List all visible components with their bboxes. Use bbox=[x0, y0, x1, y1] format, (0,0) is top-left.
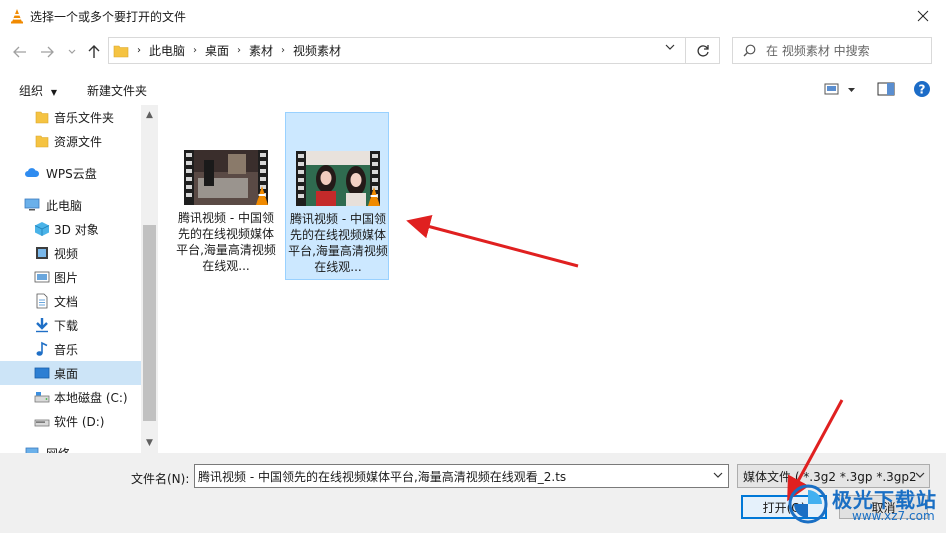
svg-text:?: ? bbox=[919, 83, 926, 97]
chevron-down-icon[interactable] bbox=[665, 44, 675, 51]
back-button[interactable] bbox=[10, 42, 30, 62]
close-button[interactable] bbox=[900, 0, 946, 32]
navigation-pane: 音乐文件夹 资源文件 WPS云盘 此电脑 3D 对象 视频 图片 文档 下载 音… bbox=[0, 105, 141, 453]
watermark-logo-icon bbox=[788, 484, 828, 524]
download-icon bbox=[36, 318, 48, 333]
breadcrumb-separator: › bbox=[137, 45, 141, 56]
sidebar-item-desktop[interactable]: 桌面 bbox=[0, 361, 141, 385]
watermark-url: www.xz7.com bbox=[852, 509, 935, 523]
sidebar-item-pictures[interactable]: 图片 bbox=[0, 265, 141, 289]
file-name: 腾讯视频 - 中国领先的在线视频媒体平台,海量高清视频在线观... bbox=[288, 212, 388, 274]
sidebar-item-music-folder[interactable]: 音乐文件夹 bbox=[0, 105, 141, 129]
file-item-selected[interactable]: 腾讯视频 - 中国领先的在线视频媒体平台,海量高清视频在线观... bbox=[285, 112, 389, 280]
recent-locations-button[interactable] bbox=[62, 42, 82, 62]
pictures-icon bbox=[34, 271, 50, 283]
breadcrumb-video-materials[interactable]: 视频素材 bbox=[293, 42, 341, 59]
view-options-button[interactable] bbox=[824, 80, 858, 101]
sidebar-item-drive-c[interactable]: 本地磁盘 (C:) bbox=[0, 385, 141, 409]
network-icon bbox=[25, 447, 39, 453]
scroll-up-icon[interactable]: ▲ bbox=[145, 111, 154, 120]
folder-icon bbox=[113, 45, 129, 57]
sidebar-scrollbar[interactable]: ▲ ▼ bbox=[141, 105, 158, 453]
sidebar-item-wps-cloud[interactable]: WPS云盘 bbox=[0, 161, 141, 185]
organize-button[interactable]: 组织 ▼ bbox=[19, 82, 57, 99]
cloud-icon bbox=[25, 168, 40, 177]
chevron-down-icon bbox=[68, 49, 76, 54]
sidebar-item-this-pc[interactable]: 此电脑 bbox=[0, 193, 141, 217]
watermark: 极光下载站 www.xz7.com bbox=[780, 478, 940, 533]
arrow-left-icon bbox=[13, 46, 26, 58]
caret-down-icon: ▼ bbox=[50, 88, 57, 97]
search-box[interactable]: 在 视频素材 中搜索 bbox=[732, 37, 932, 64]
arrow-right-icon bbox=[41, 46, 54, 58]
sidebar-item-resource-files[interactable]: 资源文件 bbox=[0, 129, 141, 153]
sidebar-item-videos[interactable]: 视频 bbox=[0, 241, 141, 265]
filename-input[interactable]: 腾讯视频 - 中国领先的在线视频媒体平台,海量高清视频在线观看_2.ts bbox=[194, 464, 729, 488]
file-name: 腾讯视频 - 中国领先的在线视频媒体平台,海量高清视频在线观... bbox=[176, 211, 276, 273]
arrow-up-icon bbox=[88, 45, 100, 58]
breadcrumb-this-pc[interactable]: 此电脑 › bbox=[149, 42, 197, 59]
video-icon bbox=[36, 247, 48, 259]
refresh-icon bbox=[696, 44, 709, 57]
music-icon bbox=[36, 341, 48, 356]
title-bar: 选择一个或多个要打开的文件 bbox=[0, 0, 946, 32]
view-icon bbox=[824, 83, 855, 95]
sidebar-item-music[interactable]: 音乐 bbox=[0, 337, 141, 361]
documents-icon bbox=[36, 293, 48, 309]
sidebar-item-downloads[interactable]: 下载 bbox=[0, 313, 141, 337]
drive-c-icon bbox=[34, 392, 50, 403]
sidebar-item-documents[interactable]: 文档 bbox=[0, 289, 141, 313]
file-list: 腾讯视频 - 中国领先的在线视频媒体平台,海量高清视频在线观... 腾讯视频 -… bbox=[158, 105, 946, 453]
drive-d-icon bbox=[34, 419, 50, 427]
file-item[interactable]: 腾讯视频 - 中国领先的在线视频媒体平台,海量高清视频在线观... bbox=[174, 112, 278, 280]
window-title: 选择一个或多个要打开的文件 bbox=[30, 10, 187, 24]
close-icon bbox=[917, 10, 929, 22]
sidebar-item-3d-objects[interactable]: 3D 对象 bbox=[0, 217, 141, 241]
search-input[interactable]: 在 视频素材 中搜索 bbox=[766, 42, 870, 59]
computer-icon bbox=[24, 198, 40, 211]
sidebar-item-drive-d[interactable]: 软件 (D:) bbox=[0, 409, 141, 433]
help-button[interactable]: ? bbox=[913, 80, 931, 101]
folder-icon bbox=[35, 111, 49, 124]
preview-pane-icon bbox=[877, 82, 895, 96]
breadcrumb-desktop[interactable]: 桌面 › bbox=[205, 42, 241, 59]
desktop-icon bbox=[34, 367, 50, 379]
filename-label: 文件名(N): bbox=[131, 472, 190, 486]
help-icon: ? bbox=[914, 81, 930, 97]
breadcrumb-materials[interactable]: 素材 › bbox=[249, 42, 285, 59]
up-button[interactable] bbox=[84, 42, 104, 62]
command-bar: 组织 ▼ 新建文件夹 ? bbox=[0, 74, 946, 105]
refresh-button[interactable] bbox=[686, 37, 720, 64]
scroll-thumb[interactable] bbox=[143, 225, 156, 421]
new-folder-button[interactable]: 新建文件夹 bbox=[87, 82, 147, 99]
search-icon bbox=[743, 44, 756, 57]
forward-button[interactable] bbox=[37, 42, 57, 62]
chevron-down-icon[interactable] bbox=[713, 472, 723, 479]
video-thumbnail bbox=[184, 150, 268, 205]
preview-pane-button[interactable] bbox=[877, 80, 895, 101]
video-thumbnail bbox=[296, 151, 380, 206]
vlc-cone-icon bbox=[11, 9, 23, 24]
folder-icon bbox=[35, 135, 49, 148]
sidebar-item-network[interactable]: 网络 bbox=[0, 441, 141, 453]
scroll-down-icon[interactable]: ▼ bbox=[145, 439, 154, 448]
address-bar[interactable]: › 此电脑 › 桌面 › 素材 › 视频素材 bbox=[108, 37, 686, 64]
filename-value: 腾讯视频 - 中国领先的在线视频媒体平台,海量高清视频在线观看_2.ts bbox=[198, 469, 567, 484]
3d-objects-icon bbox=[34, 222, 50, 236]
